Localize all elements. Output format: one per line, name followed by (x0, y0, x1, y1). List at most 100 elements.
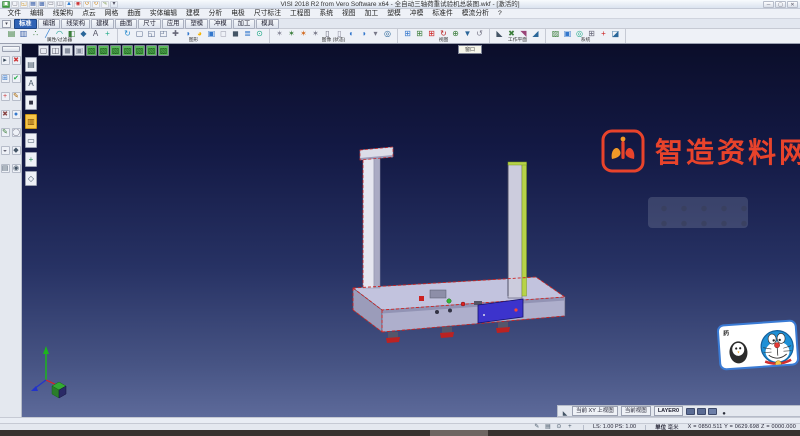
toolbar-options-dropdown-icon[interactable]: ▾ (110, 1, 118, 8)
tab-加工[interactable]: 加工 (233, 19, 256, 29)
menu-item-曲面[interactable]: 曲面 (123, 9, 146, 19)
save-icon[interactable]: ▦ (29, 1, 37, 8)
menu-item-系统[interactable]: 系统 (315, 9, 338, 19)
menu-item-线架构[interactable]: 线架构 (48, 9, 77, 19)
render-shaded-edges-icon[interactable]: ▣ (74, 45, 85, 56)
delete-entity-icon[interactable]: ✖ (12, 56, 21, 65)
menu-item-模流分析[interactable]: 模流分析 (457, 9, 493, 19)
filter-points-icon[interactable]: ∴ (30, 29, 41, 39)
annotate-icon[interactable]: ▤ (1, 164, 10, 173)
tab-编辑[interactable]: 编辑 (38, 19, 61, 29)
view-cube-left-icon[interactable]: ▧ (122, 45, 133, 56)
maximize-button[interactable]: ▢ (775, 1, 786, 8)
half-section-left-icon[interactable]: ◐ (346, 29, 357, 39)
color-swatch-2-icon[interactable] (697, 408, 706, 415)
hide-entities-icon[interactable]: ◻ (218, 29, 229, 39)
view-cube-right-icon[interactable]: ▧ (110, 45, 121, 56)
text-style-icon[interactable]: A (25, 76, 37, 91)
menu-item-实体编辑[interactable]: 实体编辑 (145, 9, 181, 19)
edit-pencil-icon[interactable]: ✎ (12, 92, 21, 101)
menu-item-网格[interactable]: 网格 (100, 9, 123, 19)
filter-solids-icon[interactable]: ◆ (78, 29, 89, 39)
menu-item-建模[interactable]: 建模 (182, 9, 205, 19)
view-front-icon[interactable]: ⊞ (414, 29, 425, 39)
workplane-indicator[interactable]: 当前 XY 上视图 (572, 406, 618, 416)
tab-应用[interactable]: 应用 (162, 19, 185, 29)
settings-icon[interactable]: ▨ (550, 29, 561, 39)
menu-item-尺寸标注[interactable]: 尺寸标注 (249, 9, 285, 19)
erase-icon[interactable]: ✖ (1, 110, 10, 119)
color-swatch-1-icon[interactable] (686, 408, 695, 415)
axes-origin-icon[interactable]: + (1, 92, 10, 101)
tab-冲模[interactable]: 冲模 (209, 19, 232, 29)
layer-manager-icon[interactable]: ▣ (562, 29, 573, 39)
view-cube-top-icon[interactable]: ▧ (86, 45, 97, 56)
render-shaded-icon[interactable]: ◼ (62, 45, 73, 56)
half-section-right-icon[interactable]: ◑ (358, 29, 369, 39)
redo-icon[interactable]: ↻ (92, 1, 100, 8)
undo-icon[interactable]: ↺ (83, 1, 91, 8)
add-entity-icon[interactable]: + (25, 152, 37, 167)
image-shaded-icon[interactable]: ✶ (298, 29, 309, 39)
measure-icon[interactable]: ◆ (12, 146, 21, 155)
cylinder-entity-icon[interactable]: ◯ (12, 128, 21, 137)
view-cube-front-icon[interactable]: ▧ (98, 45, 109, 56)
tab-线架构[interactable]: 线架构 (61, 19, 90, 29)
snap-grid-icon[interactable]: ⊞ (1, 74, 10, 83)
tab-塑模[interactable]: 塑模 (185, 19, 208, 29)
menu-item-分析[interactable]: 分析 (204, 9, 227, 19)
menu-item-?[interactable]: ? (493, 9, 506, 19)
view-cube-iso2-icon[interactable]: ▧ (158, 45, 169, 56)
render-wireframe-icon[interactable]: ▢ (38, 45, 49, 56)
view-zoom-icon[interactable]: ⊕ (450, 29, 461, 39)
render-hidden-line-icon[interactable]: ◫ (50, 45, 61, 56)
dark-display-icon[interactable]: ■ (25, 95, 37, 110)
tab-曲面[interactable]: 曲面 (115, 19, 138, 29)
sphere-entity-icon[interactable]: ● (12, 110, 21, 119)
redraw-icon[interactable]: ↻ (122, 29, 133, 39)
delete-icon[interactable]: ◉ (74, 1, 82, 8)
open-folder-icon[interactable]: ◱ (20, 1, 28, 8)
save-all-icon[interactable]: ▩ (38, 1, 46, 8)
menu-item-加工[interactable]: 加工 (360, 9, 383, 19)
tab-建模[interactable]: 建模 (91, 19, 114, 29)
snapshot-camera-icon[interactable]: ◉ (12, 164, 21, 173)
tab-模具[interactable]: 模具 (256, 19, 279, 29)
view-cube-back-icon[interactable]: ▧ (134, 45, 145, 56)
dock-drag-handle[interactable] (2, 46, 20, 52)
material-render-icon[interactable]: ◎ (382, 29, 393, 39)
menu-item-文件[interactable]: 文件 (3, 9, 26, 19)
menu-item-标准件[interactable]: 标准件 (428, 9, 457, 19)
show-all-icon[interactable]: ◼ (230, 29, 241, 39)
paint-attributes-icon[interactable]: ✎ (1, 128, 10, 137)
zoom-previous-icon[interactable]: ◰ (158, 29, 169, 39)
menu-item-冲模[interactable]: 冲模 (405, 9, 428, 19)
image-wireframe-icon[interactable]: ✶ (274, 29, 285, 39)
select-arrow-icon[interactable]: ▸ (1, 56, 10, 65)
close-button[interactable]: ✕ (787, 1, 798, 8)
machine-model[interactable] (353, 147, 565, 343)
print-icon[interactable]: ▭ (47, 1, 55, 8)
zoom-all-icon[interactable]: ▢ (134, 29, 145, 39)
view-top-icon[interactable]: ⊞ (402, 29, 413, 39)
entity-list-icon[interactable]: ▤ (25, 57, 37, 72)
system-info-icon[interactable]: ◪ (610, 29, 621, 39)
view-normal-icon[interactable]: ▼ (462, 29, 473, 39)
image-shaded-edges-icon[interactable]: ✶ (310, 29, 321, 39)
menu-item-工程图[interactable]: 工程图 (286, 9, 315, 19)
wireframe-toggle-icon[interactable]: ▣ (206, 29, 217, 39)
attributes-icon[interactable]: ▤ (6, 29, 17, 39)
graphic-list-icon[interactable]: ≣ (242, 29, 253, 39)
menu-item-点云[interactable]: 点云 (78, 9, 101, 19)
diamond-snap-icon[interactable]: ◇ (25, 171, 37, 186)
highlight-selection-icon[interactable]: ▥ (25, 114, 37, 129)
minimize-button[interactable]: ─ (763, 1, 774, 8)
view-cube-iso-icon[interactable]: ▧ (146, 45, 157, 56)
view-indicator[interactable]: 当前视图 (621, 406, 651, 416)
filter-all-icon[interactable]: ▥ (18, 29, 29, 39)
view-previous-icon[interactable]: ↺ (474, 29, 485, 39)
brush-icon[interactable]: ✎ (101, 1, 109, 8)
visi-logo-icon[interactable]: ▣ (2, 1, 10, 8)
image-dropdown-icon[interactable]: ▾ (370, 29, 381, 39)
view-isometric-icon[interactable]: ⊞ (426, 29, 437, 39)
